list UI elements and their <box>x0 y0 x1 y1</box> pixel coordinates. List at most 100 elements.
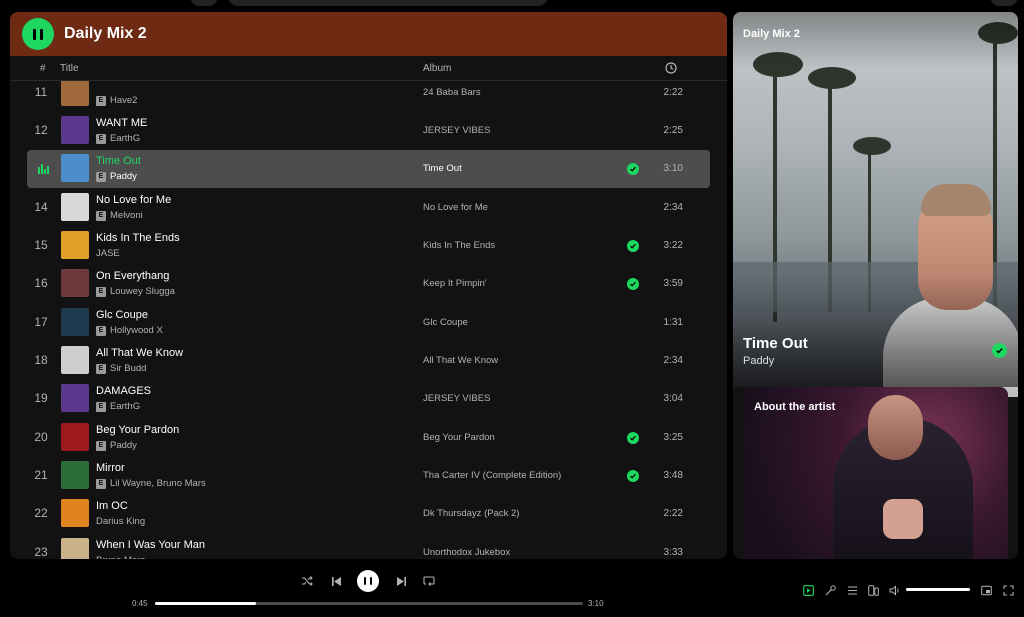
track-album[interactable]: Beg Your Pardon <box>423 432 495 443</box>
track-title[interactable]: Mirror <box>96 462 125 474</box>
liked-check-icon[interactable] <box>627 432 639 444</box>
track-row[interactable]: 21 Mirror E Lil Wayne, Bruno Mars Tha Carter… <box>27 457 710 495</box>
track-row[interactable]: 18 All That We Know E Sir Budd All That We K… <box>27 342 710 380</box>
next-icon[interactable] <box>394 574 408 588</box>
track-artist[interactable]: Paddy <box>110 171 137 182</box>
liked-check-icon[interactable] <box>627 163 639 175</box>
track-album[interactable]: Time Out <box>423 163 462 174</box>
track-album[interactable]: All That We Know <box>423 355 498 366</box>
track-title[interactable]: When I Was Your Man <box>96 539 205 551</box>
volume-icon[interactable] <box>889 584 901 596</box>
track-row[interactable]: 22 Im OC Darius King Dk Thursdayz (Pack 2) 2… <box>27 495 710 533</box>
track-duration: 3:22 <box>663 240 683 251</box>
track-title[interactable]: Beg Your Pardon <box>96 424 179 436</box>
track-artist[interactable]: Melvoni <box>110 210 143 221</box>
track-artist-line: E Lil Wayne, Bruno Mars <box>96 478 206 489</box>
track-album[interactable]: Keep It Pimpin' <box>423 278 487 289</box>
track-artist[interactable]: JASE <box>96 248 120 259</box>
elapsed-time: 0:45 <box>132 599 148 608</box>
now-playing-artist[interactable]: Paddy <box>743 355 774 367</box>
now-playing-panel: Daily Mix 2 Time Out Paddy About the art… <box>733 12 1018 559</box>
about-artist-card[interactable]: About the artist <box>743 387 1008 559</box>
track-artist-line: E Paddy <box>96 440 137 451</box>
track-title[interactable]: All That We Know <box>96 347 183 359</box>
previous-icon[interactable] <box>329 574 343 588</box>
explicit-badge: E <box>96 95 106 106</box>
track-artist[interactable]: Paddy <box>110 440 137 451</box>
track-album[interactable]: Unorthodox Jukebox <box>423 547 510 558</box>
column-title[interactable]: Title <box>60 63 79 74</box>
track-row[interactable]: 23 When I Was Your Man Bruno Mars Unorthodo… <box>27 534 710 559</box>
track-album[interactable]: No Love for Me <box>423 202 488 213</box>
now-playing-equalizer-icon <box>38 164 49 174</box>
track-artist[interactable]: Lil Wayne, Bruno Mars <box>110 478 206 489</box>
track-title[interactable]: DAMAGES <box>96 385 151 397</box>
track-artist-line: E Hollywood X <box>96 325 163 336</box>
play-pause-button[interactable] <box>357 570 379 592</box>
track-row[interactable]: 17 Glc Coupe E Hollywood X Glc Coupe 1:31 <box>27 304 710 342</box>
track-album[interactable]: Kids In The Ends <box>423 240 495 251</box>
track-row[interactable]: 14 No Love for Me E Melvoni No Love for Me 2:… <box>27 189 710 227</box>
track-row[interactable]: 20 Beg Your Pardon E Paddy Beg Your Pardon 3:… <box>27 419 710 457</box>
shuffle-icon[interactable] <box>300 574 314 588</box>
back-button[interactable] <box>190 0 218 6</box>
track-artist[interactable]: Have2 <box>110 95 137 106</box>
search-bar[interactable] <box>228 0 548 6</box>
track-album[interactable]: JERSEY VIBES <box>423 393 490 404</box>
lyrics-icon[interactable] <box>824 584 836 596</box>
now-playing-view-icon[interactable] <box>802 584 814 596</box>
album-cover <box>61 154 89 182</box>
miniplayer-icon[interactable] <box>980 584 992 596</box>
track-duration: 3:10 <box>663 163 683 174</box>
album-cover <box>61 231 89 259</box>
track-row[interactable]: 11 E Have2 24 Baba Bars 2:22 <box>27 81 710 112</box>
album-cover <box>61 308 89 336</box>
clock-icon[interactable] <box>665 62 677 77</box>
repeat-icon[interactable] <box>422 574 436 588</box>
track-artist[interactable]: Bruno Mars <box>96 555 145 559</box>
track-title[interactable]: On Everythang <box>96 270 169 282</box>
track-row[interactable]: 16 On Everythang E Louwey Slugga Keep It Pim… <box>27 265 710 303</box>
pause-button[interactable] <box>22 18 54 50</box>
track-title[interactable]: Time Out <box>96 155 141 167</box>
track-artist[interactable]: Hollywood X <box>110 325 163 336</box>
track-artist-line: E Melvoni <box>96 210 143 221</box>
track-row[interactable]: 19 DAMAGES E EarthG JERSEY VIBES 3:04 <box>27 380 710 418</box>
liked-check-icon[interactable] <box>627 470 639 482</box>
track-album[interactable]: Dk Thursdayz (Pack 2) <box>423 508 519 519</box>
track-album[interactable]: Tha Carter IV (Complete Edition) <box>423 470 561 481</box>
liked-check-icon[interactable] <box>992 343 1007 358</box>
about-artist-title: About the artist <box>754 401 836 413</box>
liked-check-icon[interactable] <box>627 278 639 290</box>
track-artist[interactable]: EarthG <box>110 133 140 144</box>
track-number: 20 <box>34 430 48 444</box>
track-album[interactable]: 24 Baba Bars <box>423 87 481 98</box>
track-row[interactable]: Time Out E Paddy Time Out 3:10 <box>27 150 710 188</box>
track-title[interactable]: No Love for Me <box>96 194 171 206</box>
now-playing-title[interactable]: Time Out <box>743 335 808 352</box>
album-cover <box>61 461 89 489</box>
track-artist[interactable]: Louwey Slugga <box>110 286 175 297</box>
track-artist[interactable]: EarthG <box>110 401 140 412</box>
account-button[interactable] <box>990 0 1018 6</box>
fullscreen-icon[interactable] <box>1002 584 1014 596</box>
track-title[interactable]: Im OC <box>96 500 128 512</box>
queue-icon[interactable] <box>846 584 858 596</box>
track-title[interactable]: Kids In The Ends <box>96 232 180 244</box>
column-album[interactable]: Album <box>423 63 451 74</box>
liked-check-icon[interactable] <box>627 240 639 252</box>
track-title[interactable]: Glc Coupe <box>96 309 148 321</box>
sidebar-playlist-label[interactable]: Daily Mix 2 <box>743 28 800 40</box>
track-album[interactable]: Glc Coupe <box>423 317 468 328</box>
connect-device-icon[interactable] <box>867 584 879 596</box>
track-artist[interactable]: Sir Budd <box>110 363 146 374</box>
track-row[interactable]: 12 WANT ME E EarthG JERSEY VIBES 2:25 <box>27 112 710 150</box>
track-number: 15 <box>34 238 48 252</box>
progress-bar[interactable] <box>155 602 583 605</box>
explicit-badge: E <box>96 286 106 297</box>
track-title[interactable]: WANT ME <box>96 117 147 129</box>
track-artist[interactable]: Darius King <box>96 516 145 527</box>
track-row[interactable]: 15 Kids In The Ends JASE Kids In The Ends 3:… <box>27 227 710 265</box>
volume-slider[interactable] <box>906 588 970 591</box>
track-album[interactable]: JERSEY VIBES <box>423 125 490 136</box>
